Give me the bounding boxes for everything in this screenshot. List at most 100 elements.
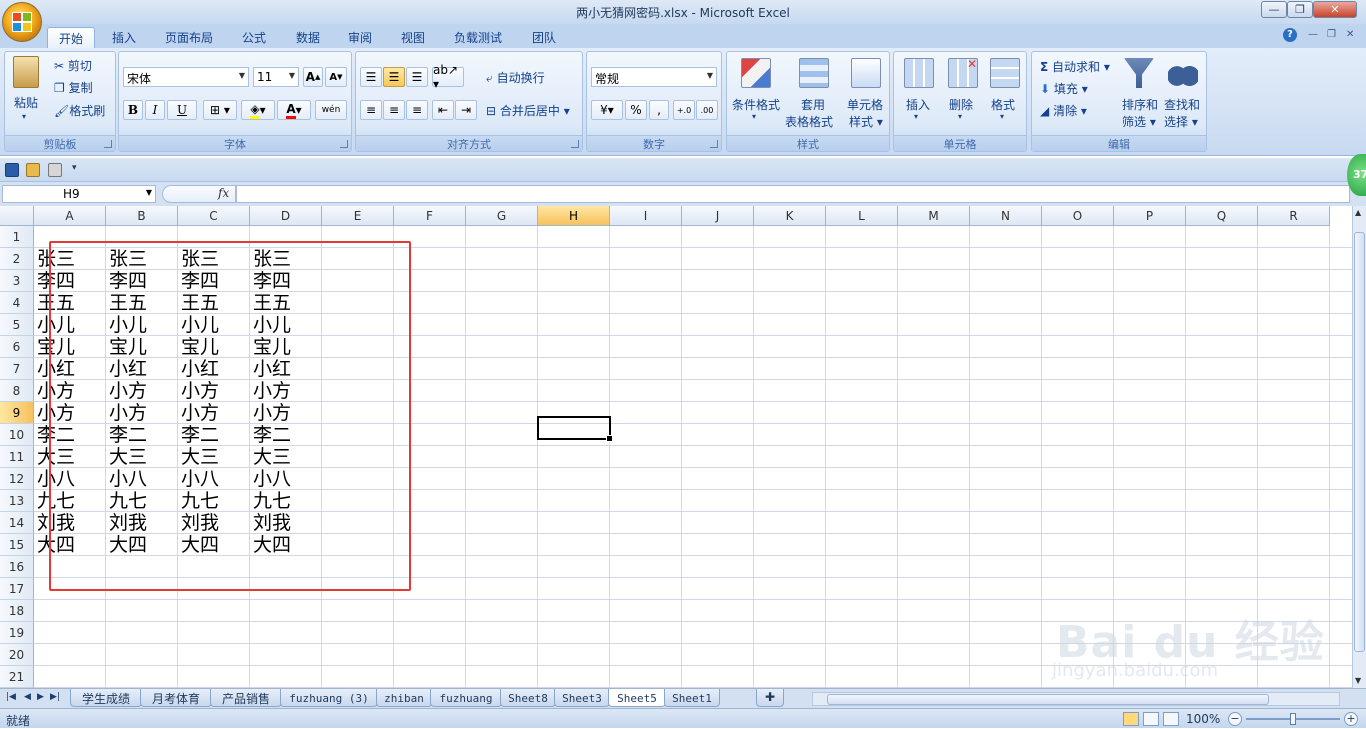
column-header-k[interactable]: K	[754, 206, 826, 226]
sheet-tab-月考体育[interactable]: 月考体育	[140, 689, 212, 707]
paste-button[interactable]: 粘贴	[14, 94, 38, 111]
row-header-20[interactable]: 20	[0, 644, 34, 666]
row-header-17[interactable]: 17	[0, 578, 34, 600]
row-header-6[interactable]: 6	[0, 336, 34, 358]
comma-button[interactable]: ,	[649, 100, 669, 120]
align-bottom-button[interactable]: ☰	[406, 67, 428, 87]
tab-insert[interactable]: 插入	[100, 27, 148, 48]
sort-filter-button[interactable]: 排序和	[1122, 96, 1158, 113]
row-header-13[interactable]: 13	[0, 490, 34, 512]
align-middle-button[interactable]: ☰	[383, 67, 405, 87]
row-header-15[interactable]: 15	[0, 534, 34, 556]
open-folder-icon[interactable]	[26, 163, 40, 177]
zoom-out-icon[interactable]: −	[1228, 712, 1242, 726]
number-format-combo[interactable]: 常规 ▼	[591, 67, 717, 87]
row-header-21[interactable]: 21	[0, 666, 34, 688]
sheet-tab-sheet3[interactable]: Sheet3	[554, 689, 610, 707]
column-header-c[interactable]: C	[178, 206, 250, 226]
font-size-combo[interactable]: 11 ▼	[253, 67, 299, 87]
formula-input[interactable]	[236, 185, 1350, 203]
insert-cells-button[interactable]: 插入	[906, 96, 930, 113]
horizontal-scroll-thumb[interactable]	[827, 694, 1269, 705]
cut-button[interactable]: ✂ 剪切	[54, 57, 92, 74]
underline-button[interactable]: U	[167, 100, 197, 120]
print-icon[interactable]	[48, 163, 62, 177]
format-cells-button[interactable]: 格式	[991, 96, 1015, 113]
doc-minimize-icon[interactable]: —	[1308, 29, 1318, 40]
row-header-18[interactable]: 18	[0, 600, 34, 622]
sheet-tab-sheet5[interactable]: Sheet5	[608, 689, 666, 707]
orientation-button[interactable]: ab↗ ▾	[432, 63, 464, 91]
font-color-button[interactable]: A ▾	[277, 100, 311, 120]
sheet-tab-学生成绩[interactable]: 学生成绩	[70, 689, 142, 707]
sheet-tab-fuzhuang-3-[interactable]: fuzhuang (3)	[280, 689, 378, 707]
row-header-10[interactable]: 10	[0, 424, 34, 446]
row-header-11[interactable]: 11	[0, 446, 34, 468]
column-header-n[interactable]: N	[970, 206, 1042, 226]
zoom-in-icon[interactable]: +	[1344, 712, 1358, 726]
column-header-g[interactable]: G	[466, 206, 538, 226]
percent-button[interactable]: %	[625, 100, 647, 120]
tab-home[interactable]: 开始	[47, 27, 95, 48]
help-icon[interactable]: ?	[1283, 28, 1297, 42]
tab-formulas[interactable]: 公式	[232, 27, 276, 48]
format-painter-button[interactable]: 🖌格式刷	[54, 102, 105, 119]
sheet-tab-sheet8[interactable]: Sheet8	[500, 689, 556, 707]
row-header-16[interactable]: 16	[0, 556, 34, 578]
normal-view-icon[interactable]	[1123, 712, 1139, 726]
scroll-up-icon[interactable]: ▲	[1355, 208, 1361, 217]
doc-restore-icon[interactable]: ❐	[1327, 29, 1336, 40]
font-name-combo[interactable]: 宋体 ▼	[123, 67, 249, 87]
row-header-14[interactable]: 14	[0, 512, 34, 534]
page-break-view-icon[interactable]	[1163, 712, 1179, 726]
column-header-p[interactable]: P	[1114, 206, 1186, 226]
cell-styles-button[interactable]: 单元格	[847, 96, 883, 113]
column-header-a[interactable]: A	[34, 206, 106, 226]
row-header-4[interactable]: 4	[0, 292, 34, 314]
shrink-font-button[interactable]: A ▼	[325, 67, 347, 87]
font-launcher-icon[interactable]	[340, 140, 348, 148]
italic-button[interactable]: I	[145, 100, 165, 120]
phonetic-button[interactable]: wén	[315, 100, 347, 120]
merge-center-button[interactable]: ⊟ 合并后居中 ▾	[486, 102, 570, 119]
conditional-format-button[interactable]: 条件格式	[732, 96, 780, 113]
fill-button[interactable]: ⬇ 填充 ▾	[1040, 80, 1088, 97]
number-launcher-icon[interactable]	[710, 140, 718, 148]
column-header-i[interactable]: I	[610, 206, 682, 226]
column-header-r[interactable]: R	[1258, 206, 1330, 226]
table-format-button[interactable]: 套用	[801, 96, 825, 113]
tab-load-test[interactable]: 负载测试	[446, 27, 510, 48]
sheet-tab-zhiban[interactable]: zhiban	[376, 689, 432, 707]
row-header-8[interactable]: 8	[0, 380, 34, 402]
column-header-j[interactable]: J	[682, 206, 754, 226]
last-sheet-icon[interactable]: ▶|	[50, 692, 60, 702]
maximize-button[interactable]: ❐	[1287, 1, 1313, 18]
save-icon[interactable]	[5, 163, 19, 177]
column-header-l[interactable]: L	[826, 206, 898, 226]
delete-cells-button[interactable]: 删除	[949, 96, 973, 113]
row-header-5[interactable]: 5	[0, 314, 34, 336]
name-box[interactable]: H9 ▼	[2, 185, 156, 203]
column-header-o[interactable]: O	[1042, 206, 1114, 226]
increase-indent-button[interactable]: ⇥	[455, 100, 477, 120]
increase-decimal-button[interactable]: +.0	[673, 100, 695, 120]
row-header-2[interactable]: 2	[0, 248, 34, 270]
notification-badge[interactable]: 37	[1347, 154, 1366, 196]
paste-dropdown-icon[interactable]: ▾	[22, 112, 26, 121]
column-header-h[interactable]: H	[538, 206, 610, 226]
tab-page-layout[interactable]: 页面布局	[158, 27, 220, 48]
close-button[interactable]: ✕	[1313, 1, 1357, 18]
vertical-scrollbar[interactable]: ▲ ▼	[1352, 206, 1366, 688]
sheet-tab-产品销售[interactable]: 产品销售	[210, 689, 282, 707]
scroll-down-icon[interactable]: ▼	[1355, 676, 1361, 685]
sheet-tab-fuzhuang[interactable]: fuzhuang	[430, 689, 502, 707]
fill-color-button[interactable]: ◈ ▾	[241, 100, 275, 120]
align-left-button[interactable]: ≡	[360, 100, 382, 120]
decrease-decimal-button[interactable]: .00	[696, 100, 718, 120]
clipboard-launcher-icon[interactable]	[104, 140, 112, 148]
row-header-19[interactable]: 19	[0, 622, 34, 644]
align-center-button[interactable]: ≡	[383, 100, 405, 120]
alignment-launcher-icon[interactable]	[571, 140, 579, 148]
first-sheet-icon[interactable]: |◀	[6, 692, 16, 702]
insert-function-button[interactable]: fx	[218, 186, 229, 200]
